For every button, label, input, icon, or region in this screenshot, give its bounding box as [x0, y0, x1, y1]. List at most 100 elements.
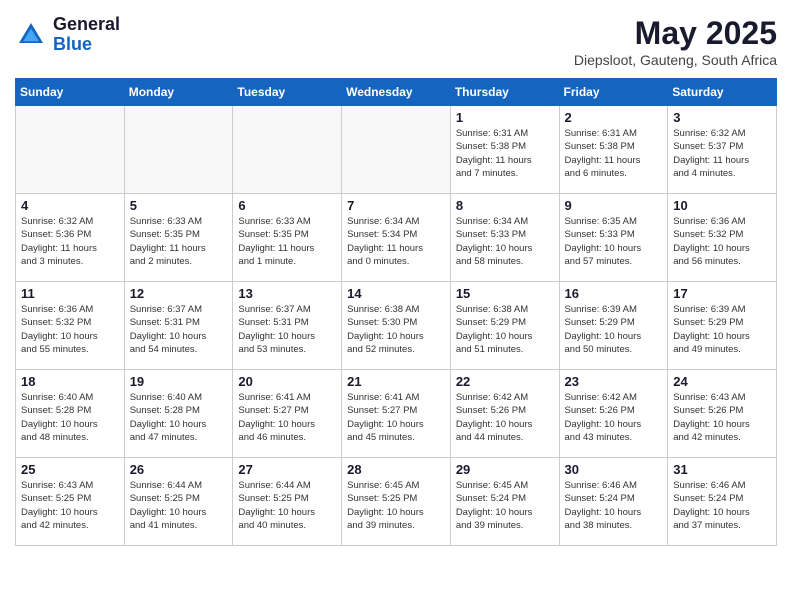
day-number: 10 [673, 198, 771, 213]
day-number: 24 [673, 374, 771, 389]
day-info: Sunrise: 6:32 AMSunset: 5:36 PMDaylight:… [21, 215, 119, 268]
table-row: 20 Sunrise: 6:41 AMSunset: 5:27 PMDayligh… [233, 370, 342, 458]
day-number: 9 [565, 198, 663, 213]
day-info: Sunrise: 6:45 AMSunset: 5:25 PMDaylight:… [347, 479, 445, 532]
day-number: 27 [238, 462, 336, 477]
day-number: 4 [21, 198, 119, 213]
logo: General Blue [15, 15, 120, 55]
day-number: 8 [456, 198, 554, 213]
table-row [124, 106, 233, 194]
day-info: Sunrise: 6:37 AMSunset: 5:31 PMDaylight:… [238, 303, 336, 356]
day-number: 28 [347, 462, 445, 477]
day-info: Sunrise: 6:36 AMSunset: 5:32 PMDaylight:… [673, 215, 771, 268]
table-row: 16 Sunrise: 6:39 AMSunset: 5:29 PMDayligh… [559, 282, 668, 370]
col-wednesday: Wednesday [342, 79, 451, 106]
col-friday: Friday [559, 79, 668, 106]
calendar-header-row: Sunday Monday Tuesday Wednesday Thursday… [16, 79, 777, 106]
logo-icon [15, 19, 47, 51]
day-info: Sunrise: 6:36 AMSunset: 5:32 PMDaylight:… [21, 303, 119, 356]
day-info: Sunrise: 6:37 AMSunset: 5:31 PMDaylight:… [130, 303, 228, 356]
table-row: 29 Sunrise: 6:45 AMSunset: 5:24 PMDayligh… [450, 458, 559, 546]
day-info: Sunrise: 6:33 AMSunset: 5:35 PMDaylight:… [130, 215, 228, 268]
day-info: Sunrise: 6:31 AMSunset: 5:38 PMDaylight:… [456, 127, 554, 180]
table-row: 2 Sunrise: 6:31 AMSunset: 5:38 PMDaylight… [559, 106, 668, 194]
col-tuesday: Tuesday [233, 79, 342, 106]
location: Diepsloot, Gauteng, South Africa [574, 52, 777, 68]
day-number: 30 [565, 462, 663, 477]
day-number: 23 [565, 374, 663, 389]
day-number: 18 [21, 374, 119, 389]
day-number: 26 [130, 462, 228, 477]
table-row: 1 Sunrise: 6:31 AMSunset: 5:38 PMDaylight… [450, 106, 559, 194]
day-info: Sunrise: 6:35 AMSunset: 5:33 PMDaylight:… [565, 215, 663, 268]
table-row: 25 Sunrise: 6:43 AMSunset: 5:25 PMDayligh… [16, 458, 125, 546]
day-number: 21 [347, 374, 445, 389]
table-row: 26Sunrise: 6:44 AMSunset: 5:25 PMDayligh… [124, 458, 233, 546]
table-row: 10 Sunrise: 6:36 AMSunset: 5:32 PMDayligh… [668, 194, 777, 282]
day-info: Sunrise: 6:41 AMSunset: 5:27 PMDaylight:… [238, 391, 336, 444]
table-row: 5 Sunrise: 6:33 AMSunset: 5:35 PMDaylight… [124, 194, 233, 282]
day-info: Sunrise: 6:43 AMSunset: 5:26 PMDaylight:… [673, 391, 771, 444]
day-number: 20 [238, 374, 336, 389]
day-info: Sunrise: 6:42 AMSunset: 5:26 PMDaylight:… [565, 391, 663, 444]
title-block: May 2025 Diepsloot, Gauteng, South Afric… [574, 15, 777, 68]
table-row: 7 Sunrise: 6:34 AMSunset: 5:34 PMDaylight… [342, 194, 451, 282]
day-number: 7 [347, 198, 445, 213]
table-row [16, 106, 125, 194]
day-number: 11 [21, 286, 119, 301]
page-header: General Blue May 2025 Diepsloot, Gauteng… [15, 15, 777, 68]
table-row: 21 Sunrise: 6:41 AMSunset: 5:27 PMDayligh… [342, 370, 451, 458]
table-row: 6Sunrise: 6:33 AMSunset: 5:35 PMDaylight… [233, 194, 342, 282]
table-row [342, 106, 451, 194]
month-title: May 2025 [574, 15, 777, 52]
day-info: Sunrise: 6:31 AMSunset: 5:38 PMDaylight:… [565, 127, 663, 180]
col-thursday: Thursday [450, 79, 559, 106]
day-info: Sunrise: 6:46 AMSunset: 5:24 PMDaylight:… [565, 479, 663, 532]
day-info: Sunrise: 6:43 AMSunset: 5:25 PMDaylight:… [21, 479, 119, 532]
table-row: 15Sunrise: 6:38 AMSunset: 5:29 PMDayligh… [450, 282, 559, 370]
col-sunday: Sunday [16, 79, 125, 106]
table-row: 19Sunrise: 6:40 AMSunset: 5:28 PMDayligh… [124, 370, 233, 458]
day-number: 1 [456, 110, 554, 125]
day-number: 15 [456, 286, 554, 301]
table-row: 24 Sunrise: 6:43 AMSunset: 5:26 PMDayligh… [668, 370, 777, 458]
day-info: Sunrise: 6:34 AMSunset: 5:34 PMDaylight:… [347, 215, 445, 268]
day-number: 25 [21, 462, 119, 477]
calendar-week-row: 1 Sunrise: 6:31 AMSunset: 5:38 PMDaylight… [16, 106, 777, 194]
day-info: Sunrise: 6:45 AMSunset: 5:24 PMDaylight:… [456, 479, 554, 532]
day-number: 14 [347, 286, 445, 301]
day-info: Sunrise: 6:40 AMSunset: 5:28 PMDaylight:… [21, 391, 119, 444]
table-row: 3 Sunrise: 6:32 AMSunset: 5:37 PMDaylight… [668, 106, 777, 194]
calendar-table: Sunday Monday Tuesday Wednesday Thursday… [15, 78, 777, 546]
day-number: 19 [130, 374, 228, 389]
col-saturday: Saturday [668, 79, 777, 106]
day-info: Sunrise: 6:44 AMSunset: 5:25 PMDaylight:… [238, 479, 336, 532]
day-info: Sunrise: 6:32 AMSunset: 5:37 PMDaylight:… [673, 127, 771, 180]
table-row [233, 106, 342, 194]
day-info: Sunrise: 6:38 AMSunset: 5:30 PMDaylight:… [347, 303, 445, 356]
day-info: Sunrise: 6:39 AMSunset: 5:29 PMDaylight:… [565, 303, 663, 356]
day-info: Sunrise: 6:41 AMSunset: 5:27 PMDaylight:… [347, 391, 445, 444]
table-row: 27 Sunrise: 6:44 AMSunset: 5:25 PMDayligh… [233, 458, 342, 546]
day-number: 16 [565, 286, 663, 301]
day-number: 22 [456, 374, 554, 389]
logo-text: General Blue [53, 15, 120, 55]
day-info: Sunrise: 6:46 AMSunset: 5:24 PMDaylight:… [673, 479, 771, 532]
calendar-week-row: 11 Sunrise: 6:36 AMSunset: 5:32 PMDayligh… [16, 282, 777, 370]
table-row: 30 Sunrise: 6:46 AMSunset: 5:24 PMDayligh… [559, 458, 668, 546]
table-row: 28 Sunrise: 6:45 AMSunset: 5:25 PMDayligh… [342, 458, 451, 546]
col-monday: Monday [124, 79, 233, 106]
day-number: 3 [673, 110, 771, 125]
table-row: 12Sunrise: 6:37 AMSunset: 5:31 PMDayligh… [124, 282, 233, 370]
day-number: 2 [565, 110, 663, 125]
day-number: 5 [130, 198, 228, 213]
day-number: 31 [673, 462, 771, 477]
table-row: 14 Sunrise: 6:38 AMSunset: 5:30 PMDayligh… [342, 282, 451, 370]
table-row: 13Sunrise: 6:37 AMSunset: 5:31 PMDayligh… [233, 282, 342, 370]
day-number: 29 [456, 462, 554, 477]
table-row: 22Sunrise: 6:42 AMSunset: 5:26 PMDayligh… [450, 370, 559, 458]
table-row: 31 Sunrise: 6:46 AMSunset: 5:24 PMDayligh… [668, 458, 777, 546]
day-number: 6 [238, 198, 336, 213]
day-info: Sunrise: 6:39 AMSunset: 5:29 PMDaylight:… [673, 303, 771, 356]
day-number: 17 [673, 286, 771, 301]
